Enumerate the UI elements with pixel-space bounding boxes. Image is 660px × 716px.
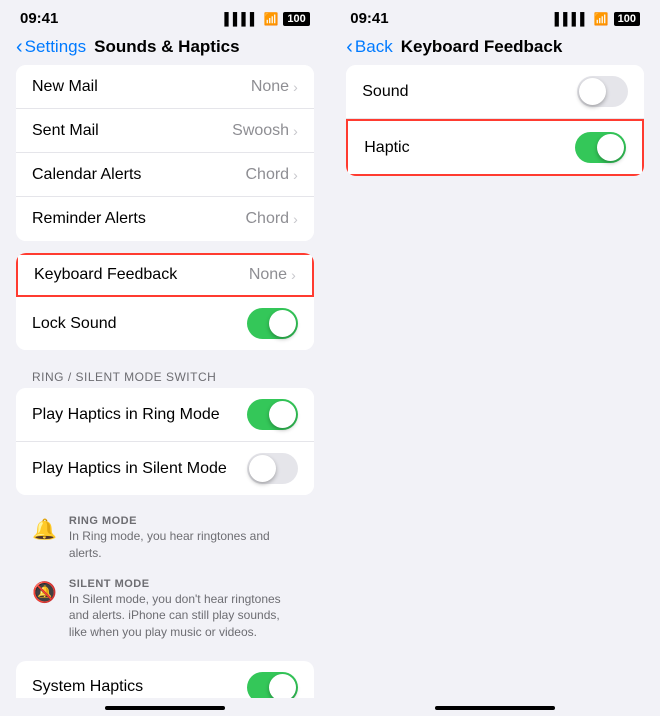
system-haptics-group: System Haptics	[16, 661, 314, 698]
right-back-label: Back	[355, 37, 393, 57]
left-panel: 09:41 ▌▌▌▌ 📶 100 ‹ Settings Sounds & Hap…	[0, 0, 330, 716]
haptics-group: Play Haptics in Ring Mode Play Haptics i…	[16, 388, 314, 495]
new-mail-value: None	[251, 78, 289, 96]
left-nav-bar: ‹ Settings Sounds & Haptics	[0, 33, 330, 65]
silent-mode-info-desc: In Silent mode, you don't hear ringtones…	[69, 591, 298, 641]
alerts-group: New Mail None › Sent Mail Swoosh › Calen…	[16, 65, 314, 241]
new-mail-label: New Mail	[32, 78, 98, 96]
calendar-alerts-value: Chord	[246, 166, 290, 184]
left-back-chevron: ‹	[16, 37, 23, 57]
sound-toggle[interactable]	[577, 76, 628, 107]
haptic-knob	[597, 134, 624, 161]
silent-mode-haptics-knob	[249, 455, 276, 482]
keyboard-feedback-right: None ›	[249, 266, 296, 284]
ring-silent-header: RING / SILENT MODE SWITCH	[16, 362, 314, 388]
silent-mode-haptics-toggle[interactable]	[247, 453, 298, 484]
calendar-alerts-label: Calendar Alerts	[32, 166, 141, 184]
sent-mail-chevron: ›	[293, 123, 298, 139]
keyboard-feedback-value: None	[249, 266, 287, 284]
right-wifi-icon: 📶	[594, 12, 609, 26]
left-status-icons: ▌▌▌▌ 📶 100	[224, 12, 309, 26]
right-nav-bar: ‹ Back Keyboard Feedback	[330, 33, 660, 65]
sound-label: Sound	[362, 83, 408, 101]
system-haptics-toggle[interactable]	[247, 672, 298, 698]
reminder-alerts-value: Chord	[246, 210, 290, 228]
keyboard-feedback-row[interactable]: Keyboard Feedback None ›	[16, 253, 314, 297]
ring-mode-haptics-label: Play Haptics in Ring Mode	[32, 406, 220, 424]
left-back-button[interactable]: ‹ Settings	[16, 37, 86, 57]
keyboard-feedback-detail-group: Sound Haptic	[346, 65, 644, 176]
right-status-icons: ▌▌▌▌ 📶 100	[555, 12, 640, 26]
lock-sound-label: Lock Sound	[32, 315, 117, 333]
signal-icon: ▌▌▌▌	[224, 12, 258, 26]
lock-sound-row[interactable]: Lock Sound	[16, 297, 314, 350]
sent-mail-right: Swoosh ›	[232, 122, 298, 140]
sent-mail-value: Swoosh	[232, 122, 289, 140]
silent-mode-info: 🔕 SILENT MODE In Silent mode, you don't …	[16, 570, 314, 649]
reminder-alerts-chevron: ›	[293, 211, 298, 227]
haptic-toggle[interactable]	[575, 132, 626, 163]
keyboard-group: Keyboard Feedback None › Lock Sound	[16, 253, 314, 350]
ring-mode-info-label: RING MODE	[69, 515, 298, 527]
new-mail-chevron: ›	[293, 79, 298, 95]
reminder-alerts-row[interactable]: Reminder Alerts Chord ›	[16, 197, 314, 241]
left-back-label: Settings	[25, 37, 86, 57]
sound-knob	[579, 78, 606, 105]
left-content: New Mail None › Sent Mail Swoosh › Calen…	[0, 65, 330, 698]
left-nav-title: Sounds & Haptics	[94, 37, 239, 57]
bell-icon: 🔔	[32, 517, 57, 542]
ring-mode-haptics-row[interactable]: Play Haptics in Ring Mode	[16, 388, 314, 442]
silent-mode-haptics-row[interactable]: Play Haptics in Silent Mode	[16, 442, 314, 495]
left-time: 09:41	[20, 10, 58, 27]
system-haptics-row[interactable]: System Haptics	[16, 661, 314, 698]
mute-icon: 🔕	[32, 580, 57, 605]
new-mail-row[interactable]: New Mail None ›	[16, 65, 314, 109]
system-haptics-knob	[269, 674, 296, 698]
sent-mail-label: Sent Mail	[32, 122, 99, 140]
left-status-bar: 09:41 ▌▌▌▌ 📶 100	[0, 0, 330, 33]
silent-mode-haptics-label: Play Haptics in Silent Mode	[32, 460, 227, 478]
ring-mode-haptics-knob	[269, 401, 296, 428]
right-nav-title: Keyboard Feedback	[401, 37, 563, 57]
calendar-alerts-chevron: ›	[293, 167, 298, 183]
sent-mail-row[interactable]: Sent Mail Swoosh ›	[16, 109, 314, 153]
ring-mode-haptics-toggle[interactable]	[247, 399, 298, 430]
silent-mode-text: SILENT MODE In Silent mode, you don't he…	[69, 578, 298, 641]
lock-sound-toggle[interactable]	[247, 308, 298, 339]
lock-sound-knob	[269, 310, 296, 337]
ring-mode-info-desc: In Ring mode, you hear ringtones and ale…	[69, 528, 298, 562]
right-home-indicator	[435, 706, 555, 710]
reminder-alerts-right: Chord ›	[246, 210, 298, 228]
right-back-button[interactable]: ‹ Back	[346, 37, 392, 57]
sound-row[interactable]: Sound	[346, 65, 644, 119]
right-status-bar: 09:41 ▌▌▌▌ 📶 100	[330, 0, 660, 33]
right-content: Sound Haptic	[330, 65, 660, 698]
left-home-indicator	[105, 706, 225, 710]
new-mail-right: None ›	[251, 78, 298, 96]
battery-icon: 100	[283, 12, 309, 26]
keyboard-feedback-label: Keyboard Feedback	[34, 266, 177, 284]
right-panel: 09:41 ▌▌▌▌ 📶 100 ‹ Back Keyboard Feedbac…	[330, 0, 660, 716]
keyboard-feedback-chevron: ›	[291, 267, 296, 283]
calendar-alerts-right: Chord ›	[246, 166, 298, 184]
right-back-chevron: ‹	[346, 37, 353, 57]
ring-mode-text: RING MODE In Ring mode, you hear rington…	[69, 515, 298, 562]
haptic-row[interactable]: Haptic	[346, 119, 644, 176]
calendar-alerts-row[interactable]: Calendar Alerts Chord ›	[16, 153, 314, 197]
reminder-alerts-label: Reminder Alerts	[32, 210, 146, 228]
silent-mode-info-label: SILENT MODE	[69, 578, 298, 590]
wifi-icon: 📶	[263, 12, 278, 26]
ring-mode-info: 🔔 RING MODE In Ring mode, you hear ringt…	[16, 507, 314, 570]
system-haptics-label: System Haptics	[32, 678, 143, 696]
right-time: 09:41	[350, 10, 388, 27]
right-battery-icon: 100	[614, 12, 640, 26]
haptic-label: Haptic	[364, 139, 409, 157]
right-signal-icon: ▌▌▌▌	[555, 12, 589, 26]
